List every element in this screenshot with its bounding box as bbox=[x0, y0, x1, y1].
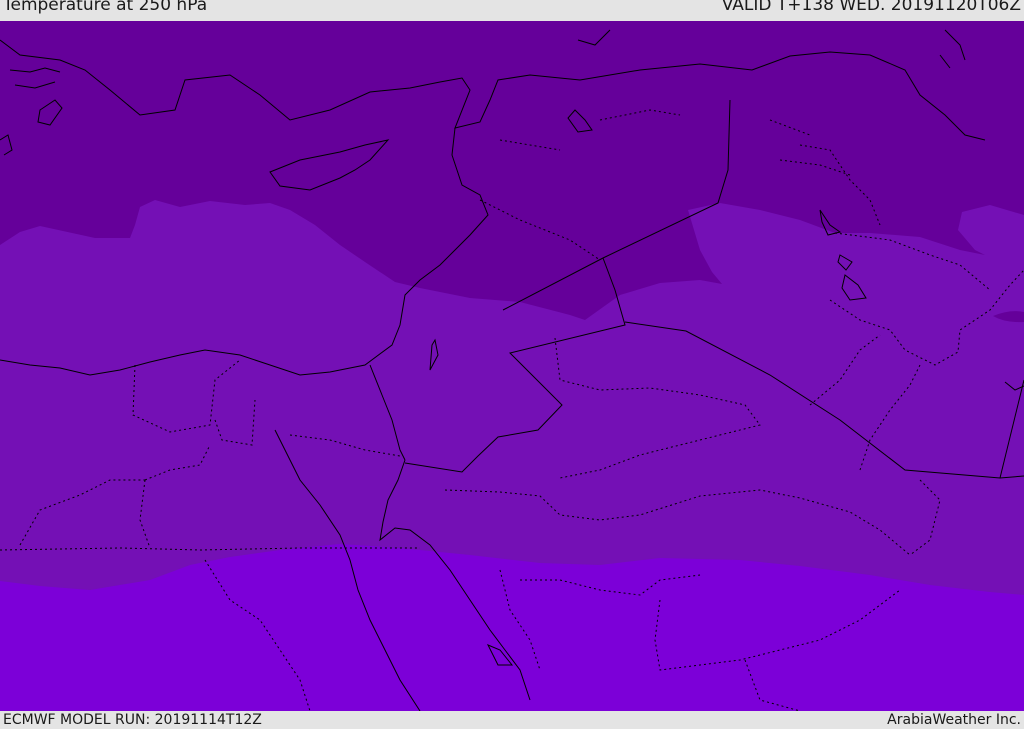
weather-map[interactable] bbox=[0, 21, 1024, 711]
footer-bar: ECMWF MODEL RUN: 20191114T12Z ArabiaWeat… bbox=[0, 711, 1024, 729]
map-title: Temperature at 250 hPa bbox=[3, 0, 208, 15]
credit-label: ArabiaWeather Inc. bbox=[887, 712, 1021, 728]
map-canvas bbox=[0, 21, 1024, 711]
model-run: ECMWF MODEL RUN: 20191114T12Z bbox=[3, 712, 262, 728]
valid-time: VALID T+138 WED. 20191120T06Z bbox=[721, 0, 1021, 15]
header-bar: Temperature at 250 hPa VALID T+138 WED. … bbox=[0, 0, 1024, 21]
